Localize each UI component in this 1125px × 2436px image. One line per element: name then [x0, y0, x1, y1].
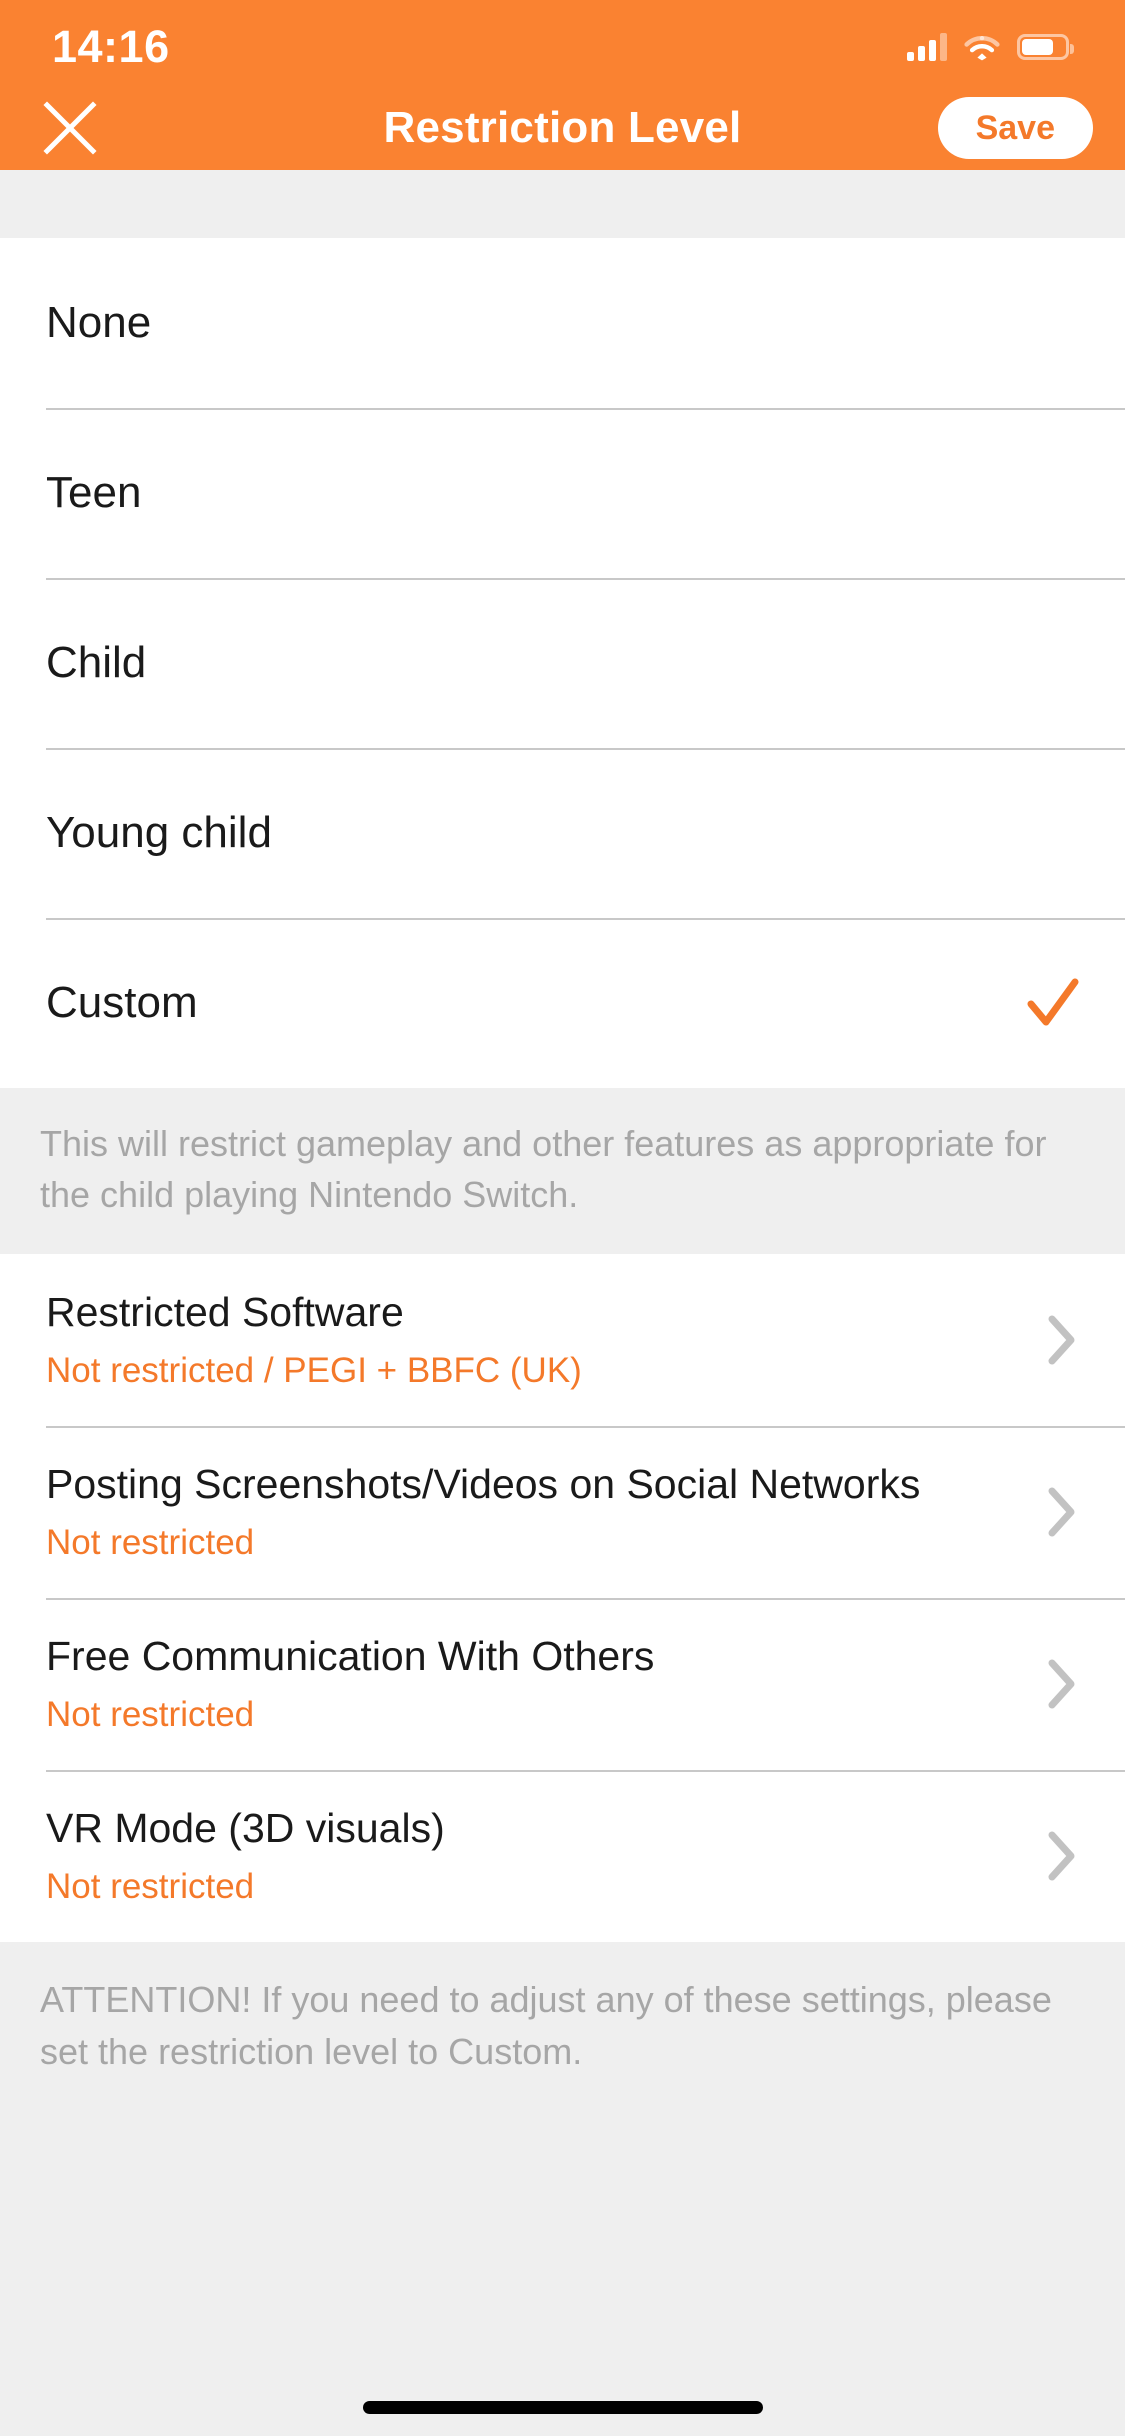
setting-value: Not restricted: [46, 1523, 255, 1563]
option-label: Teen: [46, 468, 142, 517]
settings-list: Restricted Software Not restricted / PEG…: [0, 1254, 1125, 1943]
setting-text: Restricted Software Not restricted / PEG…: [46, 1288, 1021, 1392]
setting-title: Posting Screenshots/Videos on Social Net…: [46, 1461, 921, 1508]
checkmark-icon: [1021, 972, 1083, 1034]
wifi-icon: [964, 34, 1000, 61]
restriction-option-teen[interactable]: Teen: [0, 408, 1125, 578]
status-time: 14:16: [52, 20, 170, 72]
nav-bar: Restriction Level Save: [0, 86, 1125, 170]
header-bar: 14:16 Restriction Level Save: [0, 0, 1125, 170]
battery-icon: [1017, 34, 1074, 60]
restriction-level-list: None Teen Child Young child Custom: [0, 238, 1125, 1088]
chevron-right-icon: [1039, 1486, 1085, 1538]
signal-bars-icon: [907, 33, 947, 61]
restriction-level-description: This will restrict gameplay and other fe…: [0, 1088, 1125, 1255]
save-button[interactable]: Save: [937, 97, 1093, 159]
setting-text: VR Mode (3D visuals) Not restricted: [46, 1804, 1021, 1908]
close-icon[interactable]: [32, 90, 108, 166]
setting-title: Restricted Software: [46, 1289, 404, 1336]
setting-value: Not restricted: [46, 1867, 255, 1907]
battery-fill: [1022, 39, 1054, 55]
option-label: Young child: [46, 808, 272, 857]
setting-row-restricted-software[interactable]: Restricted Software Not restricted / PEG…: [0, 1254, 1125, 1427]
chevron-right-icon: [1039, 1314, 1085, 1366]
restriction-option-none[interactable]: None: [0, 238, 1125, 408]
setting-row-free-communication[interactable]: Free Communication With Others Not restr…: [0, 1598, 1125, 1771]
chevron-right-icon: [1039, 1658, 1085, 1710]
restriction-option-child[interactable]: Child: [0, 578, 1125, 748]
home-indicator[interactable]: [362, 2401, 763, 2414]
option-label: None: [46, 298, 152, 347]
top-spacer: [0, 170, 1125, 238]
restriction-option-custom[interactable]: Custom: [0, 918, 1125, 1088]
option-label: Child: [46, 638, 147, 687]
setting-text: Free Communication With Others Not restr…: [46, 1632, 1021, 1736]
setting-text: Posting Screenshots/Videos on Social Net…: [46, 1460, 1021, 1564]
content-scroll-area[interactable]: None Teen Child Young child Custom This …: [0, 170, 1125, 2436]
setting-title: VR Mode (3D visuals): [46, 1805, 445, 1852]
status-bar: 14:16: [0, 0, 1125, 86]
settings-footer-note: ATTENTION! If you need to adjust any of …: [0, 1942, 1125, 2079]
option-label: Custom: [46, 978, 198, 1027]
bottom-filler: [0, 2078, 1125, 2436]
setting-row-posting-screenshots[interactable]: Posting Screenshots/Videos on Social Net…: [0, 1426, 1125, 1599]
app-screen: 14:16 Restriction Level Save None Teen C…: [0, 0, 1125, 2436]
setting-row-vr-mode[interactable]: VR Mode (3D visuals) Not restricted: [0, 1770, 1125, 1943]
setting-value: Not restricted: [46, 1695, 255, 1735]
status-icons: [907, 33, 1074, 61]
chevron-right-icon: [1039, 1830, 1085, 1882]
restriction-option-young-child[interactable]: Young child: [0, 748, 1125, 918]
setting-title: Free Communication With Others: [46, 1633, 655, 1680]
setting-value: Not restricted / PEGI + BBFC (UK): [46, 1351, 582, 1391]
